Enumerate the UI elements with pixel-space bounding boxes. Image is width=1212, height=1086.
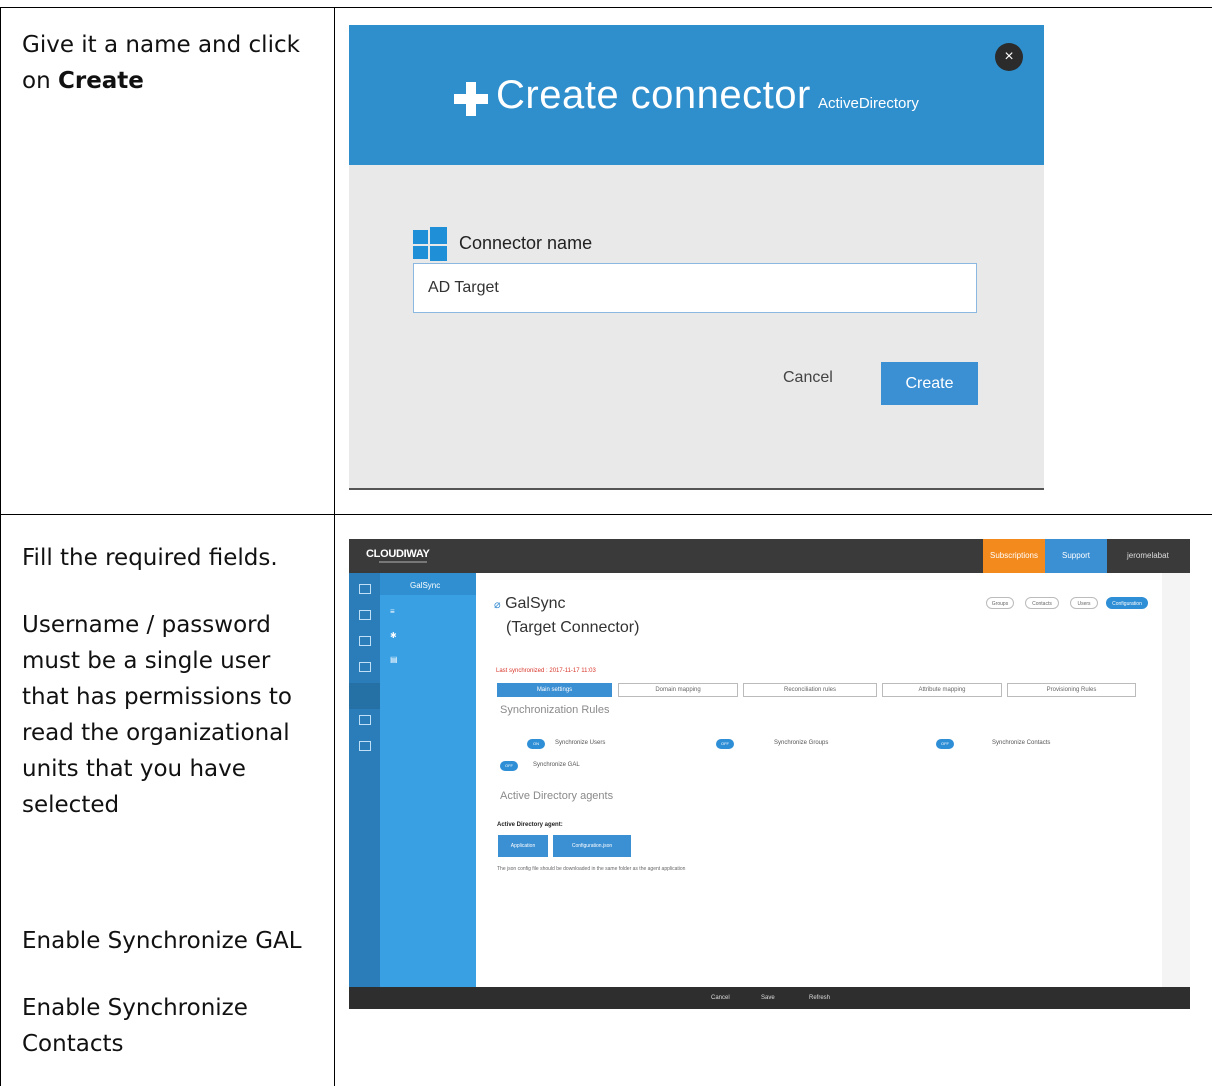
link-icon: ⌀	[494, 599, 501, 611]
storage-icon[interactable]	[359, 715, 371, 725]
cancel-button[interactable]: Cancel	[783, 369, 833, 387]
nav-item-galsync[interactable]: GalSync	[410, 581, 440, 590]
last-synchronized: Last synchronized : 2017-11-17 11:03	[496, 668, 596, 674]
list-icon[interactable]: ≡	[390, 607, 395, 616]
toggle-label: Synchronize Groups	[774, 740, 829, 746]
subscriptions-button[interactable]: Subscriptions	[983, 539, 1045, 573]
agent-note: The json config file should be downloade…	[497, 866, 686, 872]
bottom-cancel-button[interactable]: Cancel	[711, 987, 730, 1009]
tab-reconciliation-rules[interactable]: Reconciliation rules	[743, 683, 877, 697]
support-button[interactable]: Support	[1045, 539, 1107, 573]
main-panel: Groups Contacts Users Configuration ⌀ Ga…	[476, 573, 1162, 987]
application-button[interactable]: Application	[498, 835, 548, 857]
row2-line-1: Fill the required fields.	[22, 545, 278, 571]
table-border-column	[334, 7, 335, 1086]
toggle-label: Synchronize GAL	[533, 762, 580, 768]
bottom-save-button[interactable]: Save	[761, 987, 775, 1009]
app-topbar: CLOUDIWAY Subscriptions Support jeromela…	[349, 539, 1190, 573]
app-page-title-text: GalSync	[505, 595, 566, 612]
toggle-pill[interactable]: OFF	[716, 739, 734, 749]
bottom-refresh-button[interactable]: Refresh	[809, 987, 830, 1009]
row1-instruction: Give it a name and click on Create	[22, 27, 322, 99]
toggle-pill[interactable]: OFF	[500, 761, 518, 771]
app-page-subtitle: (Target Connector)	[506, 619, 640, 636]
connector-name-input[interactable]	[413, 263, 977, 313]
pill-contacts[interactable]: Contacts	[1025, 597, 1059, 609]
row1-instruction-bold: Create	[57, 68, 144, 94]
table-border-middle	[0, 514, 1212, 515]
mail-icon[interactable]	[359, 584, 371, 594]
tab-main-settings[interactable]: Main settings	[497, 683, 612, 697]
galsync-icon[interactable]	[349, 683, 380, 709]
pill-configuration[interactable]: Configuration	[1106, 597, 1148, 609]
logo-underline	[379, 561, 427, 563]
pill-users[interactable]: Users	[1070, 597, 1098, 609]
toggle-pill[interactable]: ON	[527, 739, 545, 749]
close-icon[interactable]: ×	[995, 43, 1023, 71]
gear-icon[interactable]: ✱	[390, 631, 397, 640]
secondary-nav: GalSync ≡ ✱ ▤	[380, 573, 476, 987]
table-border-left	[0, 7, 1, 1086]
dialog-subtitle: ActiveDirectory	[818, 95, 919, 112]
sync-rules-heading: Synchronization Rules	[500, 704, 610, 716]
create-connector-dialog: Create connector ActiveDirectory × Conne…	[349, 25, 1044, 490]
pill-groups[interactable]: Groups	[986, 597, 1014, 609]
tab-provisioning-rules[interactable]: Provisioning Rules	[1007, 683, 1136, 697]
create-button[interactable]: Create	[881, 362, 978, 405]
tab-attribute-mapping[interactable]: Attribute mapping	[882, 683, 1002, 697]
row2-line-3: Enable Synchronize GAL	[22, 928, 302, 954]
toggle-label: Synchronize Users	[555, 740, 606, 746]
archive-icon[interactable]	[359, 636, 371, 646]
users-icon[interactable]	[359, 662, 371, 672]
dialog-title: Create connector	[496, 73, 811, 117]
folder-icon[interactable]	[359, 610, 371, 620]
right-gutter	[1162, 573, 1190, 987]
document-icon[interactable]: ▤	[390, 655, 398, 664]
agent-label: Active Directory agent:	[497, 822, 563, 828]
agents-heading: Active Directory agents	[500, 790, 614, 802]
table-border-top	[0, 7, 1212, 8]
tab-domain-mapping[interactable]: Domain mapping	[618, 683, 738, 697]
toggle-label: Synchronize Contacts	[992, 740, 1051, 746]
app-page-title: ⌀ GalSync	[494, 595, 566, 613]
icon-rail	[349, 573, 380, 987]
configuration-json-button[interactable]: Configuration.json	[553, 835, 631, 857]
plus-icon	[454, 82, 488, 116]
connector-name-label: Connector name	[459, 233, 593, 253]
hierarchy-icon[interactable]	[359, 741, 371, 751]
galsync-app-screenshot: CLOUDIWAY Subscriptions Support jeromela…	[349, 539, 1190, 1009]
windows-icon	[413, 227, 447, 261]
user-menu[interactable]: jeromelabat	[1127, 539, 1169, 573]
row2-line-4: Enable Synchronize Contacts	[22, 995, 248, 1057]
cloudiway-logo: CLOUDIWAY	[366, 548, 430, 560]
row2-line-2: Username / password must be a single use…	[22, 612, 292, 818]
toggle-pill[interactable]: OFF	[936, 739, 954, 749]
dialog-header: Create connector ActiveDirectory ×	[349, 25, 1044, 165]
app-bottombar: Cancel Save Refresh	[349, 987, 1190, 1009]
